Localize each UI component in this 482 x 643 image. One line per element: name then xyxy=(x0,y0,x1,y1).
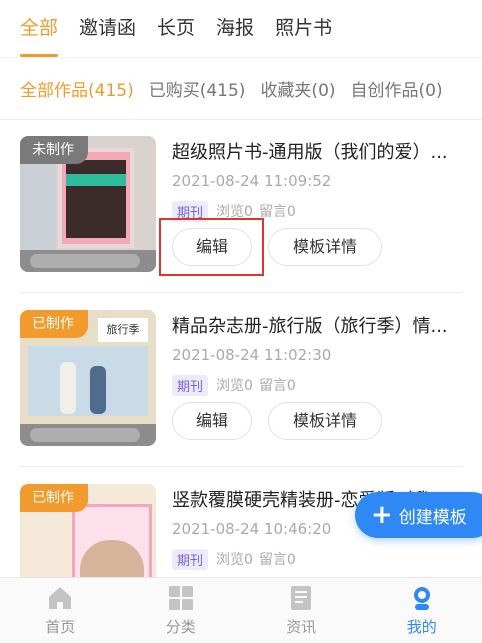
highlight-box xyxy=(159,218,264,276)
work-tag: 期刊 xyxy=(172,548,209,570)
thumbnail-band xyxy=(66,174,126,186)
tab-photo-book[interactable]: 照片书 xyxy=(275,0,332,57)
home-icon xyxy=(49,587,72,609)
create-template-button[interactable]: + 创建模板 xyxy=(355,492,482,538)
template-detail-button[interactable]: 模板详情 xyxy=(268,228,382,266)
comment-count: 留言0 xyxy=(258,552,296,568)
work-tag: 期刊 xyxy=(172,374,209,396)
work-card: 未制作 超级照片书-通用版（我们的爱）... 2021-08-24 11:09:… xyxy=(0,134,482,294)
nav-category[interactable]: 分类 xyxy=(121,578,242,643)
view-count: 浏览0 xyxy=(216,552,253,568)
thumbnail-blurred-text xyxy=(30,254,140,268)
nav-category-label: 分类 xyxy=(165,618,196,636)
nav-news[interactable]: 资讯 xyxy=(241,578,362,643)
tab-all[interactable]: 全部 xyxy=(20,0,59,57)
filter-favorites[interactable]: 收藏夹(0) xyxy=(260,76,335,101)
work-card: 旅行季 已制作 精品杂志册-旅行版（旅行季）情... 2021-08-24 11… xyxy=(0,308,482,468)
user-icon xyxy=(413,587,430,610)
nav-mine[interactable]: 我的 xyxy=(362,578,482,643)
document-icon xyxy=(291,586,312,610)
work-date: 2021-08-24 11:09:52 xyxy=(172,172,332,190)
work-meta: 期刊 浏览0 留言0 xyxy=(172,374,296,396)
nav-home-label: 首页 xyxy=(45,618,76,636)
nav-news-label: 资讯 xyxy=(286,618,317,636)
comment-count: 留言0 xyxy=(258,204,296,220)
tab-invitation[interactable]: 邀请函 xyxy=(79,0,136,57)
divider xyxy=(20,466,462,467)
tab-poster[interactable]: 海报 xyxy=(216,0,254,57)
work-thumbnail[interactable]: 已制作 xyxy=(20,484,156,577)
thumbnail-photo xyxy=(66,160,126,238)
bottom-nav: 首页 分类 资讯 我的 xyxy=(0,577,482,643)
template-detail-button[interactable]: 模板详情 xyxy=(268,402,382,440)
nav-home[interactable]: 首页 xyxy=(0,578,121,643)
edit-button[interactable]: 编辑 xyxy=(172,402,252,440)
status-badge: 未制作 xyxy=(20,136,88,164)
grid-icon xyxy=(168,586,193,610)
view-count: 浏览0 xyxy=(216,378,253,394)
status-badge: 已制作 xyxy=(20,310,88,338)
work-date: 2021-08-24 11:02:30 xyxy=(172,346,332,364)
plus-icon: + xyxy=(371,500,393,530)
work-meta: 期刊 浏览0 留言0 xyxy=(172,548,296,570)
work-filters: 全部作品(415) 已购买(415) 收藏夹(0) 自创作品(0) xyxy=(0,57,482,119)
thumbnail-person xyxy=(90,366,106,414)
work-title[interactable]: 精品杂志册-旅行版（旅行季）情... xyxy=(172,312,462,338)
filter-self-created[interactable]: 自创作品(0) xyxy=(351,76,443,101)
work-title[interactable]: 超级照片书-通用版（我们的爱）... xyxy=(172,138,462,164)
work-thumbnail[interactable]: 未制作 xyxy=(20,136,156,272)
thumbnail-heading: 旅行季 xyxy=(98,318,148,342)
thumbnail-blurred-text xyxy=(30,428,140,442)
work-date: 2021-08-24 10:46:20 xyxy=(172,520,332,538)
category-tabs: 全部 邀请函 长页 海报 照片书 xyxy=(0,0,482,57)
nav-mine-label: 我的 xyxy=(406,618,437,636)
comment-count: 留言0 xyxy=(258,378,296,394)
divider xyxy=(20,292,462,293)
create-template-label: 创建模板 xyxy=(398,507,467,528)
work-thumbnail[interactable]: 旅行季 已制作 xyxy=(20,310,156,446)
filter-purchased[interactable]: 已购买(415) xyxy=(149,76,246,101)
tab-long-page[interactable]: 长页 xyxy=(157,0,195,57)
filter-all-works[interactable]: 全部作品(415) xyxy=(20,76,134,101)
thumbnail-photo xyxy=(28,346,148,416)
thumbnail-person xyxy=(60,362,76,414)
status-badge: 已制作 xyxy=(20,484,88,512)
